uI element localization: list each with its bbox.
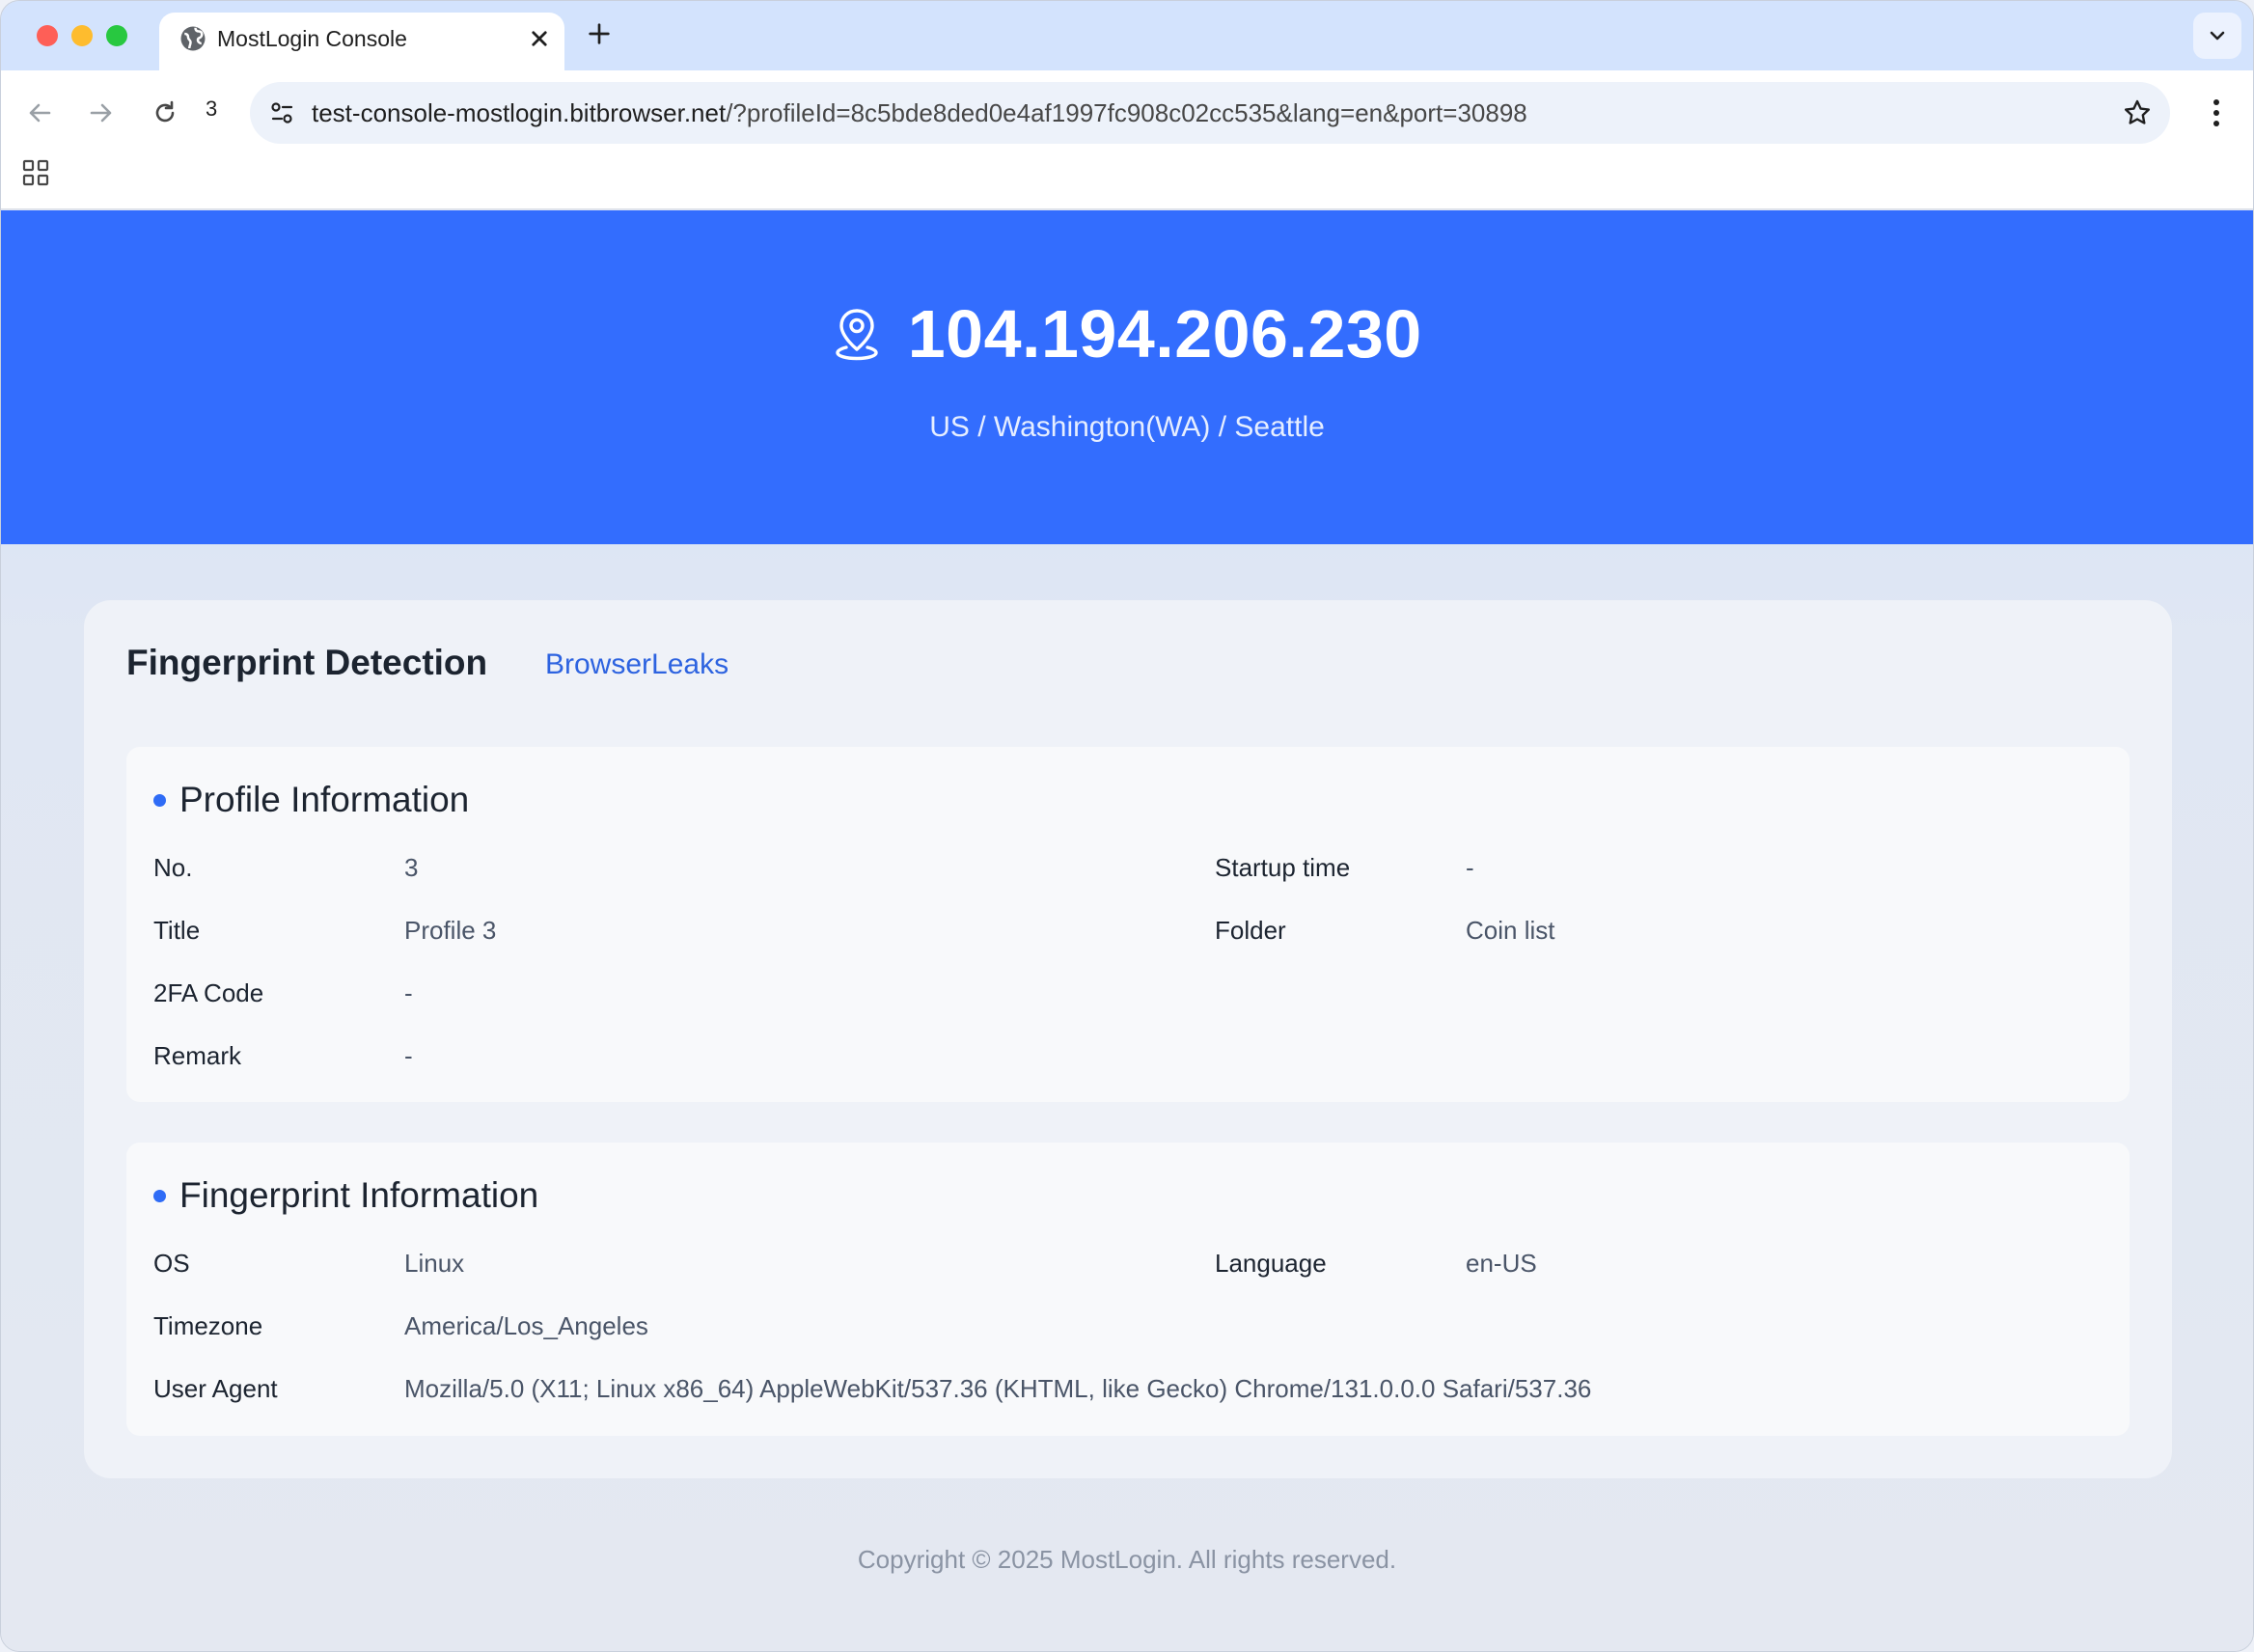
close-icon[interactable]: [525, 24, 554, 53]
reload-icon: [155, 100, 175, 123]
location-pin-icon: [836, 309, 878, 361]
os-label: OS: [153, 1249, 190, 1278]
chevron-down-icon: [2210, 31, 2225, 41]
remark-label: Remark: [153, 1041, 242, 1070]
no-label: No.: [153, 853, 193, 882]
twofa-value: -: [404, 978, 413, 1007]
profile-info-section: Profile Information No. 3 Startup time -…: [126, 747, 2130, 1102]
star-icon[interactable]: [2118, 94, 2157, 132]
remark-value: -: [404, 1041, 413, 1070]
browser-window: MostLogin Console 3 test-console-mostlog…: [0, 0, 2254, 1652]
section-title: Fingerprint Information: [179, 1175, 539, 1215]
forward-icon: [90, 103, 112, 123]
browser-toolbar: 3 test-console-mostlogin.bitbrowser.net/…: [1, 70, 2253, 209]
back-icon: [29, 103, 51, 123]
user-agent-value: Mozilla/5.0 (X11; Linux x86_64) AppleWeb…: [404, 1374, 1592, 1403]
reload-button[interactable]: [146, 94, 184, 132]
forward-button[interactable]: [82, 94, 121, 132]
apps-icon[interactable]: [20, 157, 51, 188]
close-window-button[interactable]: [37, 25, 58, 46]
folder-label: Folder: [1215, 916, 1286, 945]
ip-location: US / Washington(WA) / Seattle: [929, 411, 1325, 443]
browser-tab[interactable]: MostLogin Console: [159, 13, 564, 70]
ip-row: 104.194.206.230: [1, 295, 2253, 372]
twofa-label: 2FA Code: [153, 978, 264, 1007]
section-title: Profile Information: [179, 780, 470, 819]
site-info-icon[interactable]: [263, 94, 302, 132]
minimize-window-button[interactable]: [71, 25, 93, 46]
title-value: Profile 3: [404, 916, 497, 945]
timezone-label: Timezone: [153, 1311, 263, 1340]
browserleaks-link[interactable]: BrowserLeaks: [545, 648, 728, 681]
back-button[interactable]: [20, 94, 59, 132]
tab-strip: MostLogin Console: [1, 1, 2253, 70]
startup-time-value: -: [1466, 853, 1474, 882]
card-title: Fingerprint Detection: [126, 643, 488, 682]
tab-title: MostLogin Console: [217, 26, 407, 51]
no-value: 3: [404, 853, 419, 882]
bullet-dot: [153, 793, 166, 807]
os-value: Linux: [404, 1249, 465, 1278]
plus-icon[interactable]: [584, 18, 615, 49]
tab-search-button[interactable]: [2193, 13, 2241, 59]
url-host: test-console-mostlogin.bitbrowser.net: [312, 98, 727, 127]
bullet-dot: [153, 1189, 166, 1202]
ip-address: 104.194.206.230: [907, 296, 1422, 372]
section-header: Profile Information: [153, 780, 469, 820]
title-label: Title: [153, 916, 201, 945]
detection-card: Fingerprint Detection BrowserLeaks Profi…: [84, 600, 2172, 1478]
footer-copyright: Copyright © 2025 MostLogin. All rights r…: [857, 1545, 1397, 1574]
folder-value: Coin list: [1466, 916, 1555, 945]
section-header: Fingerprint Information: [153, 1175, 538, 1216]
tab-count: 3: [206, 96, 218, 121]
language-value: en-US: [1466, 1249, 1537, 1278]
timezone-value: America/Los_Angeles: [404, 1311, 648, 1340]
fingerprint-info-section: Fingerprint Information OS Linux Languag…: [126, 1143, 2130, 1436]
url-text[interactable]: test-console-mostlogin.bitbrowser.net/?p…: [312, 98, 1527, 128]
globe-icon: [180, 26, 206, 51]
user-agent-label: User Agent: [153, 1374, 278, 1403]
address-bar[interactable]: test-console-mostlogin.bitbrowser.net/?p…: [250, 82, 2170, 144]
page-content: 104.194.206.230 US / Washington(WA) / Se…: [1, 210, 2253, 1651]
startup-time-label: Startup time: [1215, 853, 1351, 882]
language-label: Language: [1215, 1249, 1327, 1278]
ip-banner: 104.194.206.230 US / Washington(WA) / Se…: [1, 210, 2253, 544]
kebab-icon[interactable]: [2197, 90, 2236, 136]
url-path: /?profileId=8c5bde8ded0e4af1997fc908c02c…: [726, 98, 1527, 127]
maximize-window-button[interactable]: [106, 25, 127, 46]
